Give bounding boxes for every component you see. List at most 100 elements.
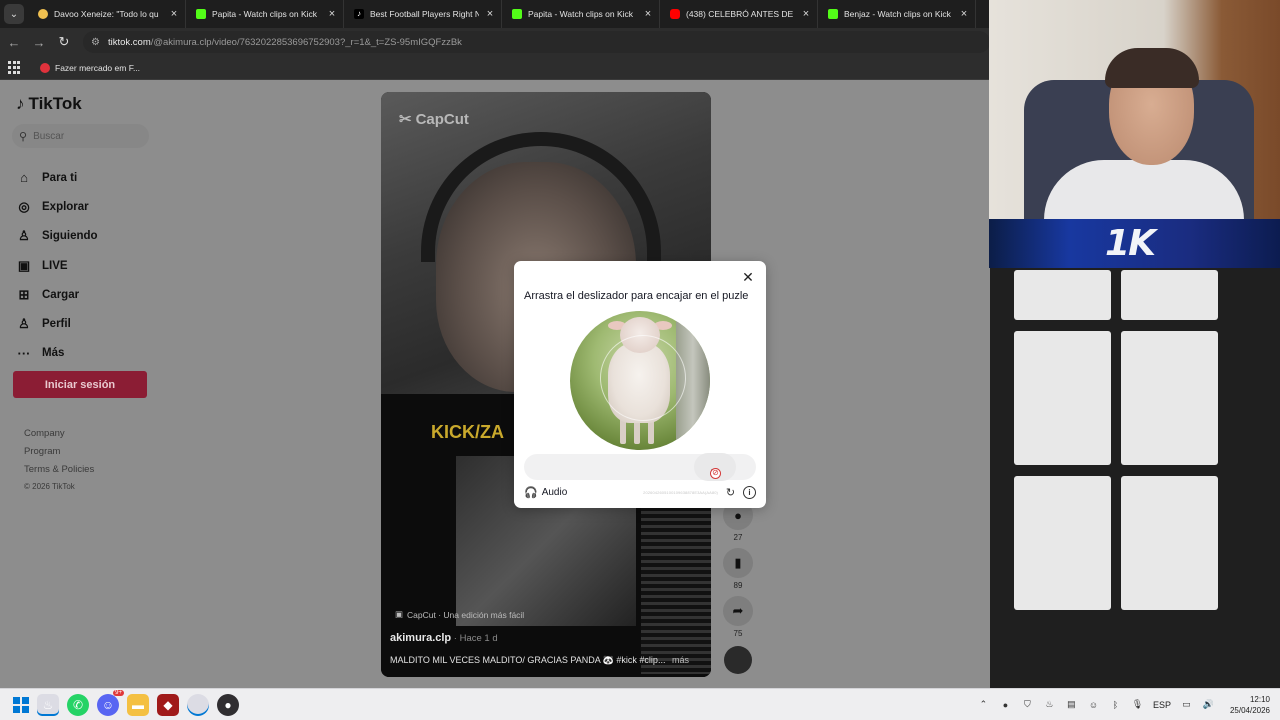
sidebar-item-cargar[interactable]: ⊞ Cargar bbox=[16, 280, 156, 309]
captcha-puzzle-image bbox=[570, 311, 710, 450]
tab-close-icon[interactable]: × bbox=[643, 8, 653, 20]
audio-label: Audio bbox=[541, 486, 568, 498]
tab-close-icon[interactable]: × bbox=[485, 8, 495, 20]
tab-title: Papita - Watch clips on Kick bbox=[212, 9, 318, 19]
info-icon[interactable]: i bbox=[743, 485, 756, 499]
browser-tab[interactable]: Benjaz - Watch clips on Kick × bbox=[818, 0, 976, 28]
recommended-thumbnail[interactable] bbox=[1121, 270, 1218, 320]
browser-tab[interactable]: Davoo Xeneize: "Todo lo qu × bbox=[28, 0, 186, 28]
footer-link-terms[interactable]: Terms & Policies bbox=[24, 461, 94, 479]
more-link[interactable]: más bbox=[672, 655, 689, 665]
live-icon: ▣ bbox=[17, 257, 31, 273]
login-button[interactable]: Iniciar sesión bbox=[13, 371, 147, 398]
save-button[interactable]: ▮ bbox=[723, 548, 753, 578]
search-box[interactable]: ⚲ bbox=[12, 124, 149, 148]
bookmark-item[interactable]: Fazer mercado em F... bbox=[40, 62, 141, 73]
site-info-icon[interactable]: ⚙ bbox=[91, 37, 100, 48]
description-text: MALDITO MIL VECES MALDITO/ GRACIAS PANDA… bbox=[390, 655, 666, 665]
webcam-logo-banner: 1K bbox=[989, 219, 1280, 268]
apps-grid-icon[interactable] bbox=[8, 60, 22, 75]
reload-icon[interactable]: ↻ bbox=[53, 31, 75, 53]
sidebar-item-siguiendo[interactable]: ♙ Siguiendo bbox=[16, 222, 156, 251]
recommended-thumbnail[interactable] bbox=[1014, 331, 1111, 465]
recommended-thumbnail[interactable] bbox=[1121, 331, 1218, 465]
tab-title: Davoo Xeneize: "Todo lo qu bbox=[54, 9, 159, 19]
tab-title: Best Football Players Right Now bbox=[370, 9, 479, 19]
shield-icon[interactable]: ⛉ bbox=[1021, 698, 1034, 711]
search-input[interactable] bbox=[33, 130, 134, 142]
sidebar-item-explorar[interactable]: ◎ Explorar bbox=[16, 192, 156, 221]
browser-tab[interactable]: ♪ Best Football Players Right Now × bbox=[344, 0, 502, 28]
windows-start-icon[interactable] bbox=[13, 696, 29, 713]
sidebar-item-perfil[interactable]: ♙ Perfil bbox=[16, 309, 156, 338]
discord-tray-icon[interactable]: ☺ bbox=[1087, 698, 1100, 711]
volume-icon[interactable]: 🔊 bbox=[1202, 698, 1215, 711]
tab-close-icon[interactable]: × bbox=[801, 8, 811, 20]
copyright: © 2026 TikTok bbox=[24, 482, 75, 491]
tab-search-button[interactable]: ⌄ bbox=[4, 4, 24, 24]
obs-tray-icon[interactable]: ● bbox=[999, 698, 1012, 711]
tab-close-icon[interactable]: × bbox=[169, 8, 179, 20]
tab-title: Papita - Watch clips on Kick bbox=[528, 9, 634, 19]
tab-title: (438) CELEBRÓ ANTES DE TIEM bbox=[686, 9, 795, 19]
forward-arrow-icon[interactable]: → bbox=[28, 31, 50, 53]
url-host: tiktok.com bbox=[107, 36, 151, 48]
footer-links: Company Program Terms & Policies © 2026 … bbox=[24, 425, 94, 495]
network-tray-icon[interactable]: ▤ bbox=[1065, 698, 1078, 711]
sidebar-item-para-ti[interactable]: ⌂ Para ti bbox=[16, 163, 156, 192]
recommended-thumbnail[interactable] bbox=[1121, 476, 1218, 610]
dota-icon[interactable]: ◆ bbox=[157, 693, 179, 716]
whatsapp-icon[interactable]: ✆ bbox=[67, 693, 89, 716]
footer-link-program[interactable]: Program bbox=[24, 443, 94, 461]
bluetooth-icon[interactable]: ᛒ bbox=[1109, 698, 1122, 711]
video-author[interactable]: akimura.clp · Hace 1 d bbox=[390, 632, 498, 644]
language-indicator[interactable]: ESP bbox=[1153, 700, 1171, 710]
refresh-icon[interactable]: ↻ bbox=[724, 486, 737, 499]
file-explorer-icon[interactable]: ▬ bbox=[127, 693, 149, 716]
audio-button[interactable]: 🎧 Audio bbox=[524, 486, 567, 499]
chrome-icon[interactable] bbox=[187, 693, 209, 716]
video-description: MALDITO MIL VECES MALDITO/ GRACIAS PANDA… bbox=[390, 655, 689, 666]
sidebar-item-label: Más bbox=[42, 347, 65, 360]
chevron-up-icon[interactable]: ⌃ bbox=[977, 698, 990, 711]
close-icon[interactable]: ✕ bbox=[740, 269, 756, 285]
clock[interactable]: 12:10 25/04/2026 bbox=[1230, 694, 1270, 716]
display-icon[interactable]: ▭ bbox=[1180, 698, 1193, 711]
capcut-note[interactable]: ▣ CapCut · Una edición más fácil bbox=[395, 609, 524, 620]
bookmark-favicon-icon bbox=[40, 62, 50, 73]
upload-icon: ⊞ bbox=[18, 286, 30, 302]
share-button[interactable]: ➦ bbox=[723, 596, 753, 626]
footer-link-company[interactable]: Company bbox=[24, 425, 94, 443]
sidebar-item-mas[interactable]: ··· Más bbox=[16, 339, 156, 368]
discord-glyph: ☺ bbox=[101, 697, 115, 712]
discord-icon[interactable]: ☺ 9+ bbox=[97, 689, 124, 716]
back-arrow-icon[interactable]: ← bbox=[3, 31, 25, 53]
webcam-overlay: 1K bbox=[989, 0, 1280, 268]
headphones-icon: 🎧 bbox=[524, 486, 538, 499]
share-count: 75 bbox=[733, 629, 743, 638]
captcha-footer: 🎧 Audio 2026042605100109638878E3AA(AA80)… bbox=[524, 484, 756, 500]
microphone-icon[interactable]: 🎙 bbox=[1131, 698, 1144, 711]
discord-badge: 9+ bbox=[113, 689, 124, 696]
sidebar-item-live[interactable]: ▣ LIVE bbox=[16, 251, 156, 280]
system-tray: ⌃ ● ⛉ ♨ ▤ ☺ ᛒ 🎙 ESP ▭ 🔊 12:10 25/04/2026 bbox=[977, 694, 1280, 716]
address-bar[interactable]: ⚙ tiktok.com /@akimura.clp/video/7632022… bbox=[83, 31, 990, 53]
music-disc-avatar[interactable] bbox=[724, 646, 752, 674]
tab-close-icon[interactable]: × bbox=[959, 8, 969, 20]
recommended-thumbnail[interactable] bbox=[1014, 476, 1111, 610]
tiktok-logo[interactable]: ♪ TikTok bbox=[16, 94, 82, 114]
bookmark-label: Fazer mercado em F... bbox=[55, 62, 141, 73]
sidebar-item-label: Explorar bbox=[42, 200, 89, 213]
kick-banner-text: KICK/ZA bbox=[431, 422, 504, 442]
steam-tray-icon[interactable]: ♨ bbox=[1043, 698, 1056, 711]
capcut-note-text: CapCut · Una edición más fácil bbox=[407, 609, 525, 620]
browser-tab[interactable]: Papita - Watch clips on Kick × bbox=[186, 0, 344, 28]
recommended-thumbnail[interactable] bbox=[1014, 270, 1111, 320]
tab-close-icon[interactable]: × bbox=[327, 8, 337, 20]
steam-icon[interactable]: ♨ bbox=[37, 693, 59, 716]
browser-tab[interactable]: Papita - Watch clips on Kick × bbox=[502, 0, 660, 28]
browser-tab[interactable]: (438) CELEBRÓ ANTES DE TIEM × bbox=[660, 0, 818, 28]
obs-icon[interactable]: ● bbox=[217, 693, 239, 716]
capcut-watermark: ✂ CapCut bbox=[399, 110, 469, 129]
bookmark-icon: ▮ bbox=[734, 555, 742, 570]
